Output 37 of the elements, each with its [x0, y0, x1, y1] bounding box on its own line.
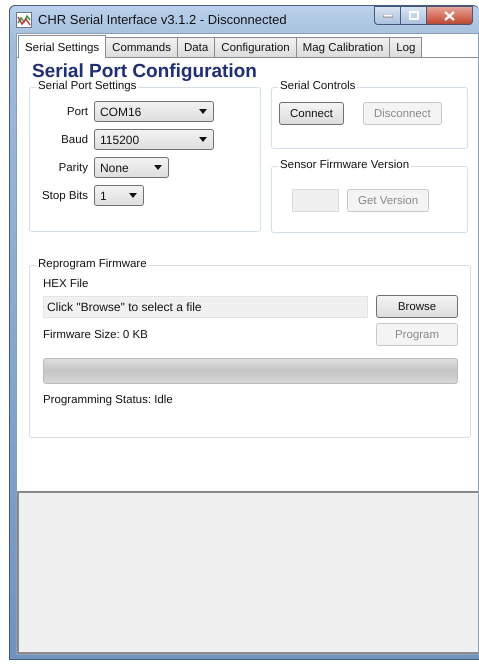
- dropdown[interactable]: 115200: [94, 129, 214, 150]
- dropdown-arrow-icon: [199, 137, 207, 142]
- browse-button[interactable]: Browse: [376, 295, 458, 318]
- close-icon: [444, 10, 455, 20]
- dropdown-arrow-icon: [154, 165, 162, 170]
- group-title: Serial Controls: [278, 80, 358, 92]
- firmware-size-text: Firmware Size: 0 KB: [43, 328, 148, 340]
- dropdown-arrow-icon: [129, 193, 137, 198]
- dropdown-arrow-icon: [199, 109, 207, 114]
- group-title: Sensor Firmware Version: [278, 159, 412, 171]
- field-label: HEX File: [43, 278, 90, 290]
- tab[interactable]: Configuration: [214, 37, 297, 57]
- close-button[interactable]: [427, 6, 473, 25]
- tab[interactable]: Data: [176, 37, 216, 57]
- dropdown[interactable]: 1: [94, 185, 144, 206]
- tab[interactable]: Commands: [105, 37, 178, 57]
- status-text: Programming Status: Idle: [43, 394, 174, 406]
- group-title: Serial Port Settings: [36, 80, 138, 92]
- field-label: Port: [66, 106, 88, 118]
- field-label: Parity: [58, 162, 88, 174]
- field-label: Baud: [60, 134, 88, 146]
- group-title: Reprogram Firmware: [36, 258, 149, 270]
- tab[interactable]: Serial Settings: [18, 35, 106, 58]
- minimize-icon: [382, 14, 392, 18]
- app-icon: [16, 12, 32, 28]
- window-title: CHR Serial Interface v3.1.2 - Disconnected: [38, 12, 287, 27]
- minimize-button[interactable]: [374, 6, 401, 25]
- dropdown[interactable]: None: [94, 157, 169, 178]
- button[interactable]: Connect: [279, 102, 344, 125]
- tab[interactable]: Mag Calibration: [296, 37, 390, 57]
- maximize-icon: [408, 11, 418, 20]
- page-heading: Serial Port Configuration: [32, 61, 258, 82]
- file-path-field[interactable]: Click "Browse" to select a file: [43, 296, 368, 318]
- dropdown[interactable]: COM16: [94, 101, 214, 122]
- field-label: Stop Bits: [40, 190, 88, 202]
- maximize-button[interactable]: [401, 6, 427, 25]
- tab[interactable]: Log: [389, 37, 422, 57]
